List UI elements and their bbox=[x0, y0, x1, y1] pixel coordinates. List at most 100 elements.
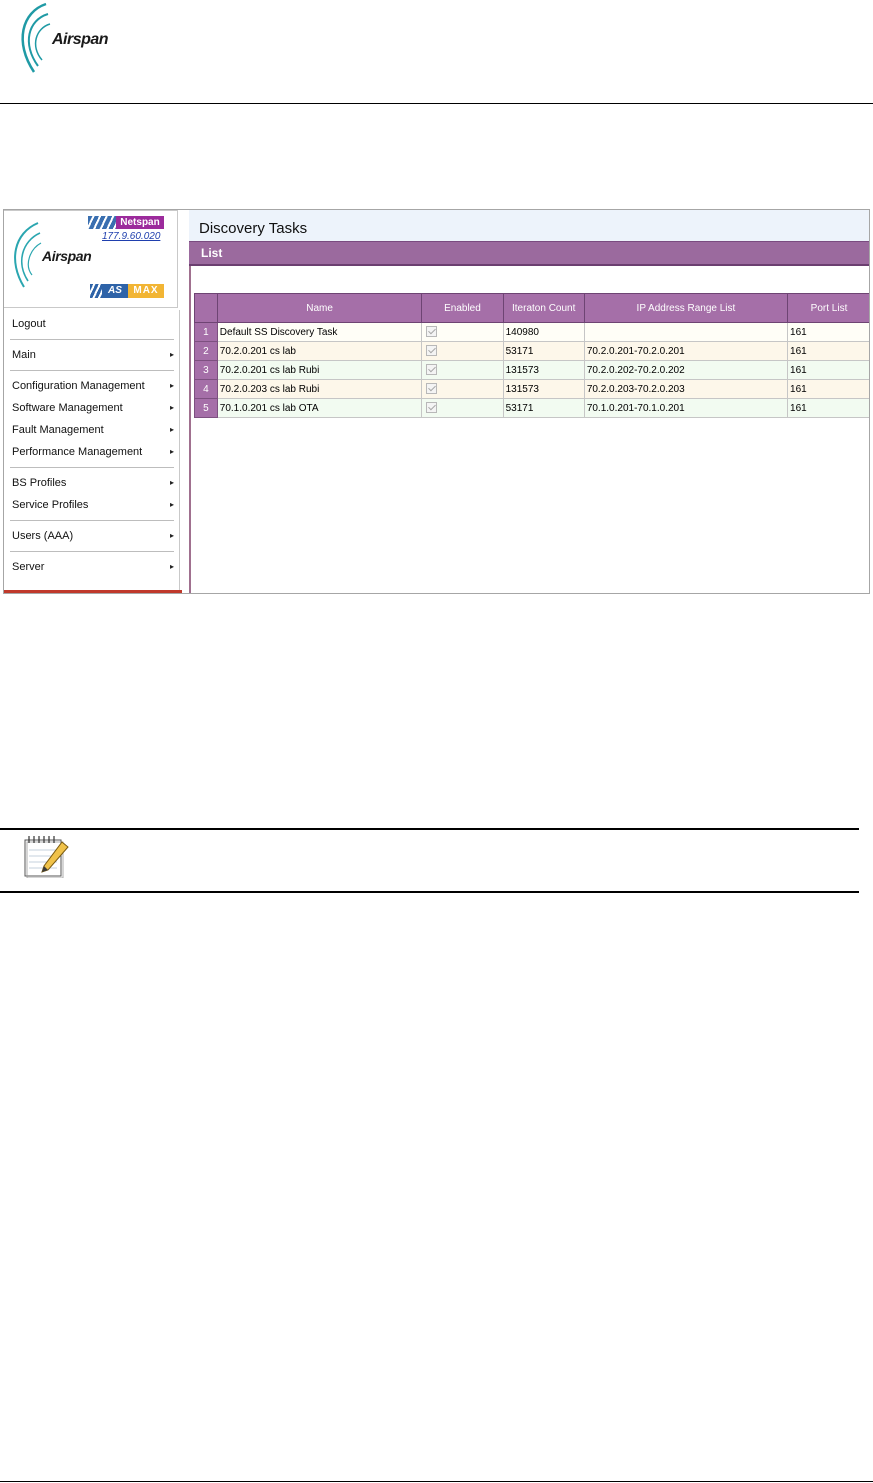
note-bottom-rule bbox=[0, 891, 859, 893]
sidebar: Airspan Netspan 177.9.60.020 AS MAX Logo… bbox=[4, 210, 182, 593]
sidebar-menu: Logout Main ▸ Configuration Management ▸ S… bbox=[4, 313, 178, 578]
table-row[interactable]: 1 Default SS Discovery Task 140980 161 bbox=[194, 322, 869, 342]
row-number: 1 bbox=[194, 322, 218, 342]
asmax-stripes-icon bbox=[90, 284, 102, 298]
enabled-checkbox[interactable] bbox=[426, 402, 438, 414]
cell-enabled bbox=[421, 379, 504, 399]
table-row[interactable]: 5 70.1.0.201 cs lab OTA 53171 70.1.0.201… bbox=[194, 398, 869, 418]
enabled-checkbox[interactable] bbox=[426, 345, 438, 357]
notepad-pencil-icon bbox=[22, 834, 72, 879]
menu-item-service-profiles[interactable]: Service Profiles ▸ bbox=[4, 494, 178, 516]
column-header-name[interactable]: Name bbox=[216, 293, 423, 323]
menu-separator bbox=[10, 467, 174, 468]
menu-item-configuration-management[interactable]: Configuration Management ▸ bbox=[4, 375, 178, 397]
table-header-row: Name Enabled Iteraton Count IP Address R… bbox=[194, 293, 869, 323]
menu-item-label: Software Management bbox=[12, 402, 123, 414]
cell-enabled bbox=[421, 322, 504, 342]
content-panel: Discovery Tasks List Name Enabled Iterat… bbox=[189, 210, 869, 593]
cell-range: 70.1.0.201-70.1.0.201 bbox=[583, 398, 789, 418]
cell-count: 53171 bbox=[502, 341, 585, 361]
row-number: 4 bbox=[194, 379, 218, 399]
cell-port: 161 bbox=[787, 360, 869, 380]
cell-port: 161 bbox=[787, 379, 869, 399]
asmax-as-label: AS bbox=[102, 284, 128, 298]
menu-item-software-management[interactable]: Software Management ▸ bbox=[4, 397, 178, 419]
table-row[interactable]: 3 70.2.0.201 cs lab Rubi 131573 70.2.0.2… bbox=[194, 360, 869, 380]
sidebar-divider bbox=[179, 310, 180, 593]
cell-range bbox=[583, 322, 789, 342]
version-link[interactable]: 177.9.60.020 bbox=[102, 231, 160, 242]
menu-item-users-aaa[interactable]: Users (AAA) ▸ bbox=[4, 525, 178, 547]
content-left-border bbox=[189, 266, 191, 593]
header-rule bbox=[0, 103, 873, 104]
asmax-badge: AS MAX bbox=[90, 284, 164, 298]
chevron-right-icon: ▸ bbox=[169, 425, 174, 434]
sidebar-logo-panel: Airspan Netspan 177.9.60.020 AS MAX bbox=[4, 210, 178, 308]
menu-item-label: Service Profiles bbox=[12, 499, 89, 511]
column-header-enabled[interactable]: Enabled bbox=[421, 293, 504, 323]
enabled-checkbox[interactable] bbox=[426, 364, 438, 376]
row-number: 3 bbox=[194, 360, 218, 380]
footer-rule bbox=[0, 1481, 873, 1482]
column-header-index bbox=[194, 293, 218, 323]
cell-name: 70.1.0.201 cs lab OTA bbox=[216, 398, 423, 418]
netspan-stripes-icon bbox=[88, 216, 116, 229]
menu-item-bs-profiles[interactable]: BS Profiles ▸ bbox=[4, 472, 178, 494]
chevron-right-icon: ▸ bbox=[169, 403, 174, 412]
netspan-label: Netspan bbox=[116, 216, 164, 229]
document-brand: Airspan bbox=[52, 31, 109, 48]
cell-range: 70.2.0.201-70.2.0.201 bbox=[583, 341, 789, 361]
table-row[interactable]: 4 70.2.0.203 cs lab Rubi 131573 70.2.0.2… bbox=[194, 379, 869, 399]
menu-item-label: Configuration Management bbox=[12, 380, 145, 392]
menu-item-label: BS Profiles bbox=[12, 477, 67, 489]
menu-item-performance-management[interactable]: Performance Management ▸ bbox=[4, 441, 178, 463]
cell-port: 161 bbox=[787, 341, 869, 361]
menu-item-label: Logout bbox=[12, 318, 46, 330]
menu-item-label: Users (AAA) bbox=[12, 530, 74, 542]
cell-enabled bbox=[421, 398, 504, 418]
menu-item-server[interactable]: Server ▸ bbox=[4, 556, 178, 578]
row-number: 2 bbox=[194, 341, 218, 361]
table-row[interactable]: 2 70.2.0.201 cs lab 53171 70.2.0.201-70.… bbox=[194, 341, 869, 361]
sidebar-brand: Airspan bbox=[42, 248, 92, 264]
list-section-header: List bbox=[189, 241, 869, 266]
menu-separator bbox=[10, 370, 174, 371]
column-header-ip-range[interactable]: IP Address Range List bbox=[583, 293, 789, 323]
chevron-right-icon: ▸ bbox=[169, 478, 174, 487]
cell-count: 140980 bbox=[502, 322, 585, 342]
cell-name: 70.2.0.203 cs lab Rubi bbox=[216, 379, 423, 399]
menu-item-fault-management[interactable]: Fault Management ▸ bbox=[4, 419, 178, 441]
menu-separator bbox=[10, 551, 174, 552]
menu-item-label: Fault Management bbox=[12, 424, 104, 436]
sidebar-bottom-bar bbox=[4, 590, 182, 593]
menu-item-main[interactable]: Main ▸ bbox=[4, 344, 178, 366]
document-logo: Airspan bbox=[12, 2, 122, 76]
column-header-port-list[interactable]: Port List bbox=[787, 293, 869, 323]
airspan-arcs-icon bbox=[21, 2, 51, 73]
menu-item-label: Main bbox=[12, 349, 36, 361]
airspan-arcs-icon bbox=[14, 222, 42, 288]
cell-range: 70.2.0.203-70.2.0.203 bbox=[583, 379, 789, 399]
row-number: 5 bbox=[194, 398, 218, 418]
cell-port: 161 bbox=[787, 322, 869, 342]
note-top-rule bbox=[0, 828, 859, 830]
chevron-right-icon: ▸ bbox=[169, 447, 174, 456]
discovery-tasks-table: Name Enabled Iteraton Count IP Address R… bbox=[194, 293, 869, 418]
chevron-right-icon: ▸ bbox=[169, 381, 174, 390]
cell-port: 161 bbox=[787, 398, 869, 418]
enabled-checkbox[interactable] bbox=[426, 383, 438, 395]
cell-name: 70.2.0.201 cs lab Rubi bbox=[216, 360, 423, 380]
column-header-iteration-count[interactable]: Iteraton Count bbox=[502, 293, 585, 323]
cell-enabled bbox=[421, 360, 504, 380]
menu-item-label: Server bbox=[12, 561, 45, 573]
cell-name: Default SS Discovery Task bbox=[216, 322, 423, 342]
chevron-right-icon: ▸ bbox=[169, 531, 174, 540]
cell-count: 131573 bbox=[502, 379, 585, 399]
menu-separator bbox=[10, 339, 174, 340]
cell-count: 53171 bbox=[502, 398, 585, 418]
menu-separator bbox=[10, 520, 174, 521]
list-section-label: List bbox=[201, 246, 223, 260]
enabled-checkbox[interactable] bbox=[426, 326, 438, 338]
netspan-badge: Netspan bbox=[88, 216, 164, 229]
menu-item-logout[interactable]: Logout bbox=[4, 313, 178, 335]
